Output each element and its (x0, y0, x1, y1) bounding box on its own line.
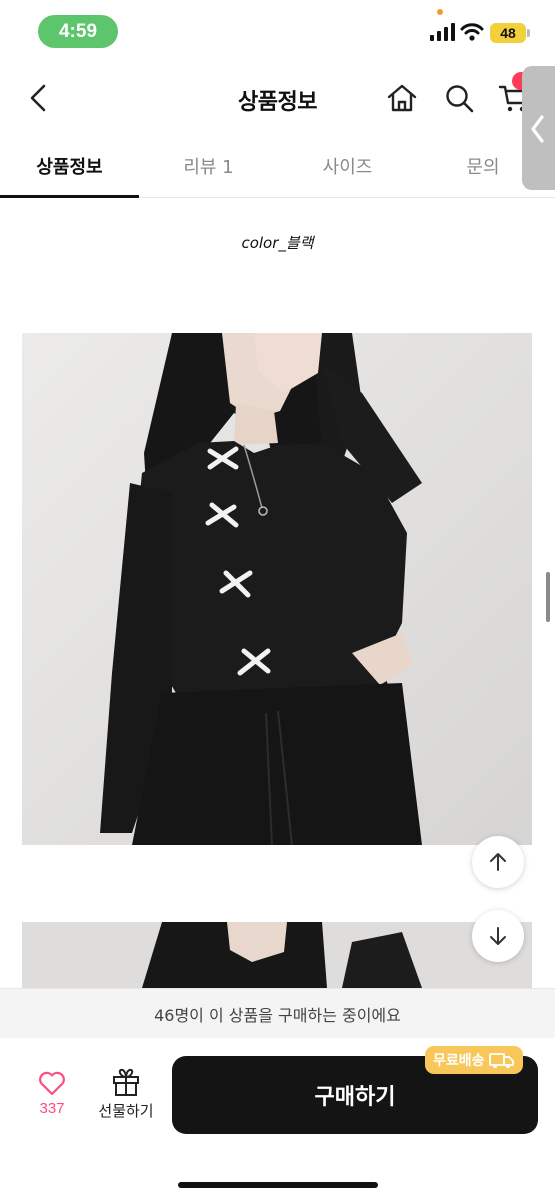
arrow-down-icon (490, 927, 506, 945)
gift-icon (113, 1068, 139, 1096)
privacy-indicator-dot (437, 9, 443, 15)
free-shipping-badge: 무료배송 (425, 1046, 523, 1074)
tab-size[interactable]: 사이즈 (278, 136, 417, 196)
home-icon[interactable] (386, 82, 418, 114)
product-photo (22, 333, 532, 845)
product-photo-secondary-image (22, 922, 532, 988)
battery-indicator: 48 (490, 23, 526, 43)
status-bar: 4:59 48 (0, 0, 555, 60)
home-indicator (178, 1182, 378, 1188)
scroll-up-button[interactable] (472, 836, 524, 888)
scroll-down-button[interactable] (472, 910, 524, 962)
free-shipping-label: 무료배송 (433, 1053, 485, 1069)
like-button[interactable]: 337 (28, 1070, 76, 1130)
like-count: 337 (39, 1100, 65, 1117)
search-icon[interactable] (443, 82, 475, 114)
purchase-activity-notice: 46명이 이 상품을 구매하는 중이에요 (0, 988, 555, 1038)
wifi-icon (460, 23, 484, 41)
tab-bar: 상품정보 리뷰 1 사이즈 문의 (0, 136, 555, 198)
color-caption: color_블랙 (241, 234, 314, 252)
cellular-signal-icon (430, 23, 455, 41)
heart-icon (39, 1071, 65, 1096)
gift-label: 선물하기 (98, 1102, 154, 1120)
active-tab-underline (0, 195, 139, 198)
tab-inquiry[interactable]: 문의 (417, 136, 549, 196)
truck-icon (488, 1053, 514, 1068)
status-time: 4:59 (38, 15, 118, 48)
tab-reviews[interactable]: 리뷰 1 (139, 136, 278, 196)
product-photo-image (22, 333, 532, 845)
gift-button[interactable]: 선물하기 (90, 1068, 162, 1130)
arrow-up-icon (490, 853, 506, 871)
scroll-indicator[interactable] (546, 572, 550, 622)
tab-product-info[interactable]: 상품정보 (0, 136, 139, 196)
product-photo-secondary (22, 922, 532, 988)
top-header: 상품정보 (0, 62, 555, 132)
battery-tip (527, 29, 530, 37)
